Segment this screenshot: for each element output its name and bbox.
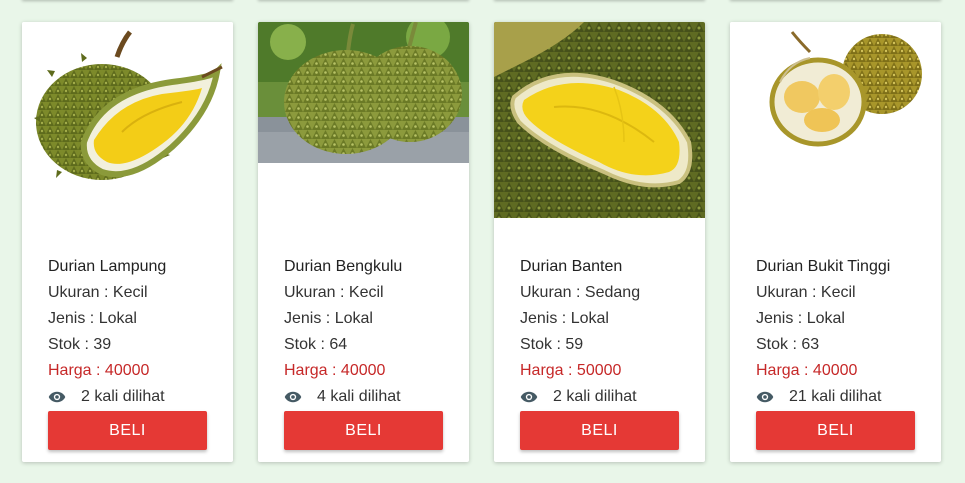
size-label: Ukuran :	[756, 284, 821, 301]
durian-split-image	[730, 22, 941, 218]
buy-button[interactable]: BELI	[520, 411, 679, 450]
product-name[interactable]: Durian Banten	[520, 254, 690, 280]
product-size: Ukuran : Kecil	[48, 280, 218, 306]
view-count-text: 21 kali dilihat	[789, 388, 882, 405]
product-type: Jenis : Lokal	[520, 306, 690, 332]
stock-label: Stok :	[284, 336, 330, 353]
buy-button[interactable]: BELI	[756, 411, 915, 450]
view-count: 21 kali dilihat	[756, 384, 926, 410]
product-image[interactable]	[22, 22, 233, 218]
type-value: Lokal	[806, 310, 845, 327]
product-type: Jenis : Lokal	[48, 306, 218, 332]
eye-icon	[284, 391, 302, 403]
stock-label: Stok :	[48, 336, 94, 353]
stock-value: 59	[565, 336, 584, 353]
size-label: Ukuran :	[48, 284, 113, 301]
stock-value: 39	[93, 336, 112, 353]
product-card: Durian Banten Ukuran : Sedang Jenis : Lo…	[494, 22, 705, 462]
buy-button[interactable]: BELI	[284, 411, 443, 450]
stock-value: 64	[329, 336, 348, 353]
view-count-text: 2 kali dilihat	[553, 388, 637, 405]
durian-open-image	[22, 22, 233, 218]
type-label: Jenis :	[48, 310, 99, 327]
product-price: Harga : 40000	[284, 358, 454, 384]
product-card: Durian Lampung Ukuran : Kecil Jenis : Lo…	[22, 22, 233, 462]
view-count-text: 2 kali dilihat	[81, 388, 165, 405]
price-label: Harga :	[520, 362, 577, 379]
product-stock: Stok : 39	[48, 332, 218, 358]
product-price: Harga : 40000	[48, 358, 218, 384]
product-card: Durian Bukit Tinggi Ukuran : Kecil Jenis…	[730, 22, 941, 462]
size-value: Kecil	[112, 284, 148, 301]
price-value: 40000	[340, 362, 386, 379]
eye-icon	[520, 391, 538, 403]
type-label: Jenis :	[756, 310, 807, 327]
product-stock: Stok : 63	[756, 332, 926, 358]
size-label: Ukuran :	[284, 284, 349, 301]
type-value: Lokal	[570, 310, 609, 327]
product-size: Ukuran : Kecil	[284, 280, 454, 306]
durian-flesh-closeup-image	[494, 22, 705, 218]
stock-value: 63	[801, 336, 820, 353]
product-stock: Stok : 64	[284, 332, 454, 358]
stock-label: Stok :	[756, 336, 802, 353]
product-stock: Stok : 59	[520, 332, 690, 358]
product-image[interactable]	[730, 22, 941, 218]
durian-whole-image	[258, 22, 469, 218]
size-value: Kecil	[348, 284, 384, 301]
type-label: Jenis :	[284, 310, 335, 327]
type-label: Jenis :	[520, 310, 571, 327]
price-value: 50000	[576, 362, 622, 379]
price-label: Harga :	[48, 362, 105, 379]
product-price: Harga : 50000	[520, 358, 690, 384]
product-price: Harga : 40000	[756, 358, 926, 384]
product-type: Jenis : Lokal	[756, 306, 926, 332]
eye-icon	[48, 391, 66, 403]
product-card: Durian Bengkulu Ukuran : Kecil Jenis : L…	[258, 22, 469, 462]
size-label: Ukuran :	[520, 284, 585, 301]
view-count-text: 4 kali dilihat	[317, 388, 401, 405]
product-name[interactable]: Durian Bengkulu	[284, 254, 454, 280]
size-value: Sedang	[584, 284, 641, 301]
product-image[interactable]	[494, 22, 705, 218]
stock-label: Stok :	[520, 336, 566, 353]
view-count: 2 kali dilihat	[48, 384, 218, 410]
type-value: Lokal	[334, 310, 373, 327]
view-count: 2 kali dilihat	[520, 384, 690, 410]
size-value: Kecil	[820, 284, 856, 301]
price-label: Harga :	[284, 362, 341, 379]
price-label: Harga :	[756, 362, 813, 379]
view-count: 4 kali dilihat	[284, 384, 454, 410]
product-image[interactable]	[258, 22, 469, 218]
product-size: Ukuran : Kecil	[756, 280, 926, 306]
price-value: 40000	[104, 362, 150, 379]
type-value: Lokal	[98, 310, 137, 327]
product-name[interactable]: Durian Lampung	[48, 254, 218, 280]
price-value: 40000	[812, 362, 858, 379]
product-name[interactable]: Durian Bukit Tinggi	[756, 254, 926, 280]
product-type: Jenis : Lokal	[284, 306, 454, 332]
buy-button[interactable]: BELI	[48, 411, 207, 450]
eye-icon	[756, 391, 774, 403]
product-size: Ukuran : Sedang	[520, 280, 690, 306]
